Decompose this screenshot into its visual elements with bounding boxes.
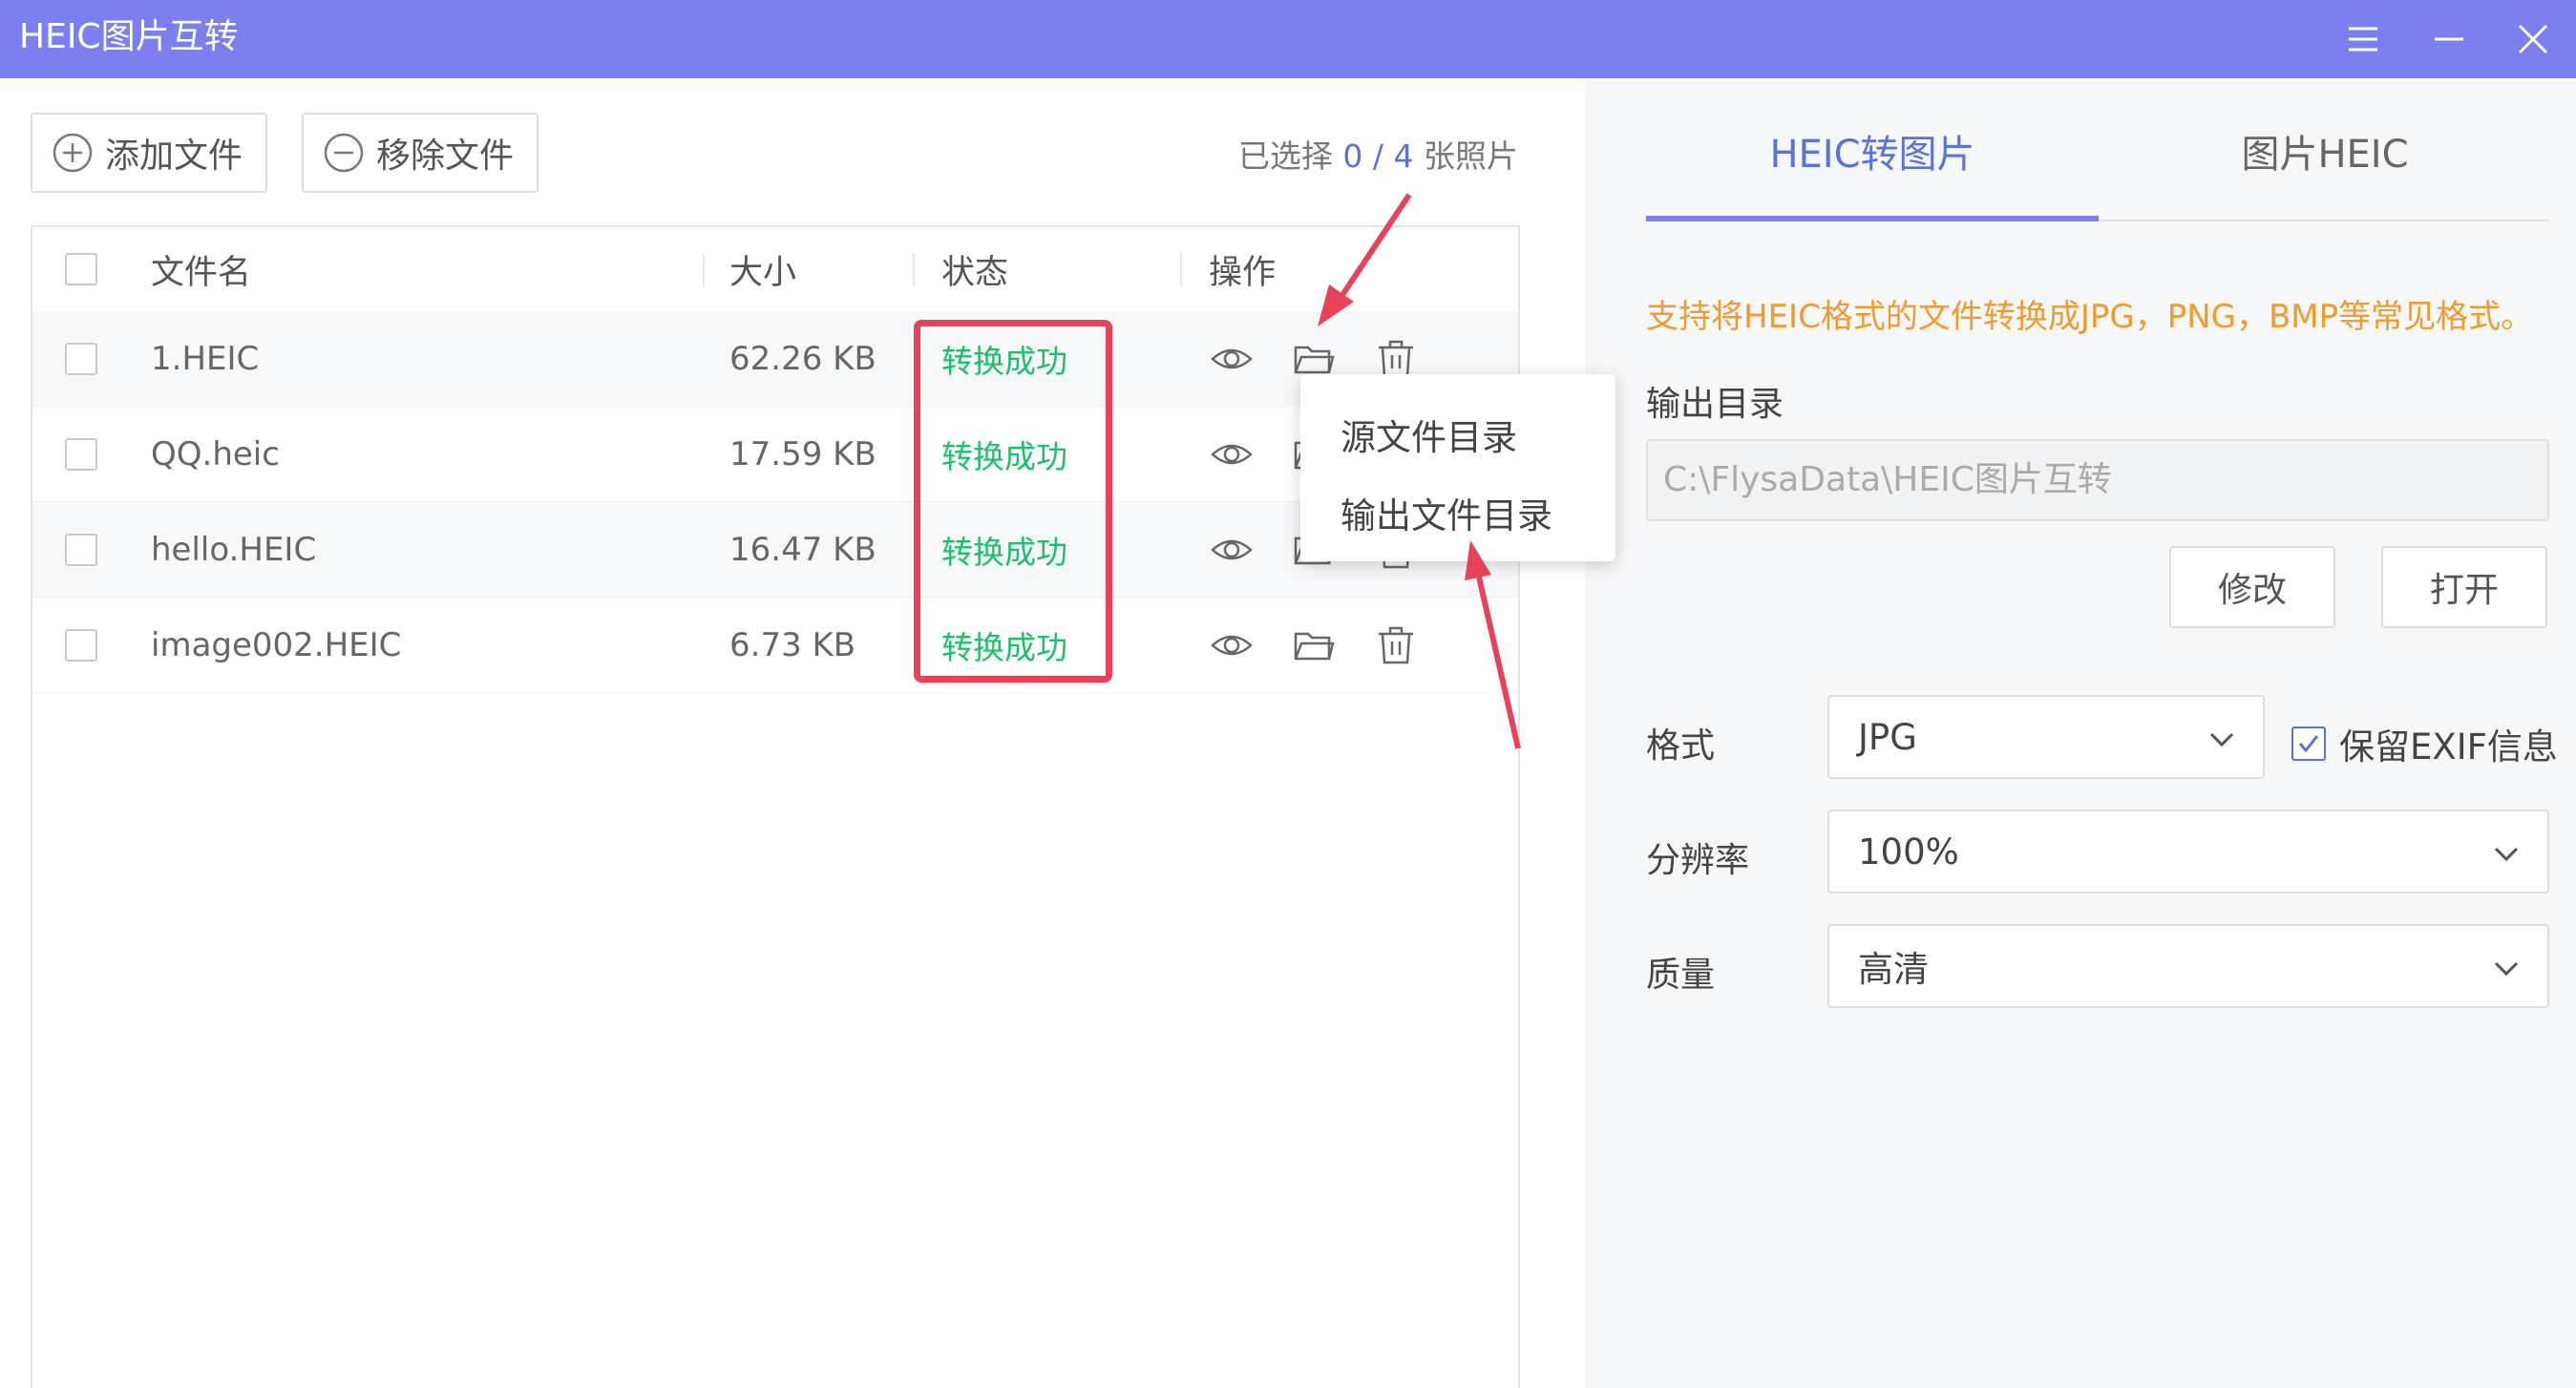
modify-button[interactable]: 修改	[2169, 546, 2335, 628]
select-all-checkbox[interactable]	[65, 253, 97, 285]
quality-value: 高清	[1858, 949, 1929, 990]
trash-icon[interactable]	[1373, 622, 1419, 668]
row-checkbox[interactable]	[65, 628, 97, 662]
table-row[interactable]: hello.HEIC 16.47 KB 转换成功	[32, 502, 1518, 598]
checkbox-checked-icon	[2291, 726, 2326, 761]
format-value: JPG	[1858, 716, 1917, 758]
keep-exif-label: 保留EXIF信息	[2339, 726, 2558, 768]
eye-icon[interactable]	[1209, 336, 1255, 382]
format-label: 格式	[1646, 726, 1716, 766]
header-name: 文件名	[151, 253, 252, 292]
settings-pane: HEIC转图片 图片HEIC 支持将HEIC格式的文件转换成JPG，PNG，BM…	[1585, 78, 2576, 1388]
format-hint: 支持将HEIC格式的文件转换成JPG，PNG，BMP等常见格式。	[1646, 298, 2534, 336]
selected-prefix: 已选择	[1237, 137, 1333, 175]
file-name: hello.HEIC	[151, 530, 317, 569]
menu-button[interactable]	[2330, 0, 2397, 78]
resolution-value: 100%	[1858, 831, 1959, 873]
window-title: HEIC图片互转	[19, 17, 239, 56]
table-row[interactable]: image002.HEIC 6.73 KB 转换成功	[32, 598, 1518, 693]
keep-exif-checkbox[interactable]: 保留EXIF信息	[2291, 718, 2558, 769]
folder-context-menu: 源文件目录 输出文件目录	[1300, 374, 1615, 561]
minus-circle-icon	[324, 133, 364, 173]
eye-icon[interactable]	[1209, 527, 1255, 573]
quality-label: 质量	[1646, 956, 1716, 995]
row-checkbox[interactable]	[65, 533, 97, 566]
close-icon	[2518, 24, 2548, 54]
file-list-pane: 添加文件 移除文件 已选择 0 / 4 张照片 文件名 大小 状态 操作 1.H…	[0, 78, 1585, 1388]
remove-file-label: 移除文件	[376, 137, 515, 176]
chevron-down-icon	[2494, 847, 2519, 862]
file-table: 文件名 大小 状态 操作 1.HEIC 62.26 KB 转换成功 QQ.hei…	[31, 225, 1520, 1388]
hamburger-menu-icon	[2349, 27, 2377, 52]
eye-icon[interactable]	[1209, 622, 1255, 668]
open-button[interactable]: 打开	[2381, 546, 2547, 628]
tab-heic-to-image[interactable]: HEIC转图片	[1646, 78, 2099, 223]
table-row[interactable]: 1.HEIC 62.26 KB 转换成功	[32, 311, 1518, 407]
add-file-button[interactable]: 添加文件	[31, 113, 267, 193]
folder-icon[interactable]	[1291, 622, 1337, 668]
close-button[interactable]	[2500, 0, 2566, 78]
minimize-icon	[2435, 37, 2463, 41]
file-name: QQ.heic	[151, 434, 280, 473]
header-actions: 操作	[1209, 253, 1277, 292]
tab-image-to-heic[interactable]: 图片HEIC	[2099, 78, 2551, 223]
file-size: 17.59 KB	[729, 434, 876, 473]
resolution-select[interactable]: 100%	[1827, 810, 2549, 894]
tab-active-indicator	[1646, 216, 2099, 221]
chevron-down-icon	[2494, 961, 2519, 977]
output-dir-field[interactable]: C:\FlysaData\HEIC图片互转	[1646, 439, 2549, 521]
format-select[interactable]: JPG	[1827, 695, 2265, 779]
table-row[interactable]: QQ.heic 17.59 KB 转换成功	[32, 407, 1518, 502]
row-checkbox[interactable]	[65, 342, 97, 375]
file-size: 6.73 KB	[729, 625, 856, 664]
eye-icon[interactable]	[1209, 431, 1255, 477]
title-bar: HEIC图片互转	[0, 0, 2576, 78]
status-highlight-box	[914, 320, 1112, 683]
menu-item-source-dir[interactable]: 源文件目录	[1341, 409, 1517, 460]
chevron-down-icon	[2209, 732, 2234, 747]
file-name: image002.HEIC	[151, 625, 402, 664]
quality-select[interactable]: 高清	[1827, 924, 2549, 1008]
file-name: 1.HEIC	[151, 339, 260, 378]
file-size: 16.47 KB	[729, 530, 876, 569]
menu-item-output-dir[interactable]: 输出文件目录	[1341, 487, 1552, 538]
selected-count: 0 / 4	[1342, 137, 1414, 175]
row-checkbox[interactable]	[65, 437, 97, 471]
table-header: 文件名 大小 状态 操作	[32, 227, 1518, 311]
header-size: 大小	[729, 253, 797, 292]
selected-count-info: 已选择 0 / 4 张照片	[1238, 131, 1518, 177]
file-size: 62.26 KB	[729, 339, 876, 378]
add-file-label: 添加文件	[105, 137, 243, 176]
resolution-label: 分辨率	[1646, 841, 1750, 880]
output-dir-label: 输出目录	[1646, 385, 1784, 424]
selected-suffix: 张照片	[1424, 137, 1518, 175]
remove-file-button[interactable]: 移除文件	[302, 113, 538, 193]
plus-circle-icon	[53, 133, 93, 173]
header-status: 状态	[941, 253, 1009, 292]
minimize-button[interactable]	[2416, 0, 2482, 78]
